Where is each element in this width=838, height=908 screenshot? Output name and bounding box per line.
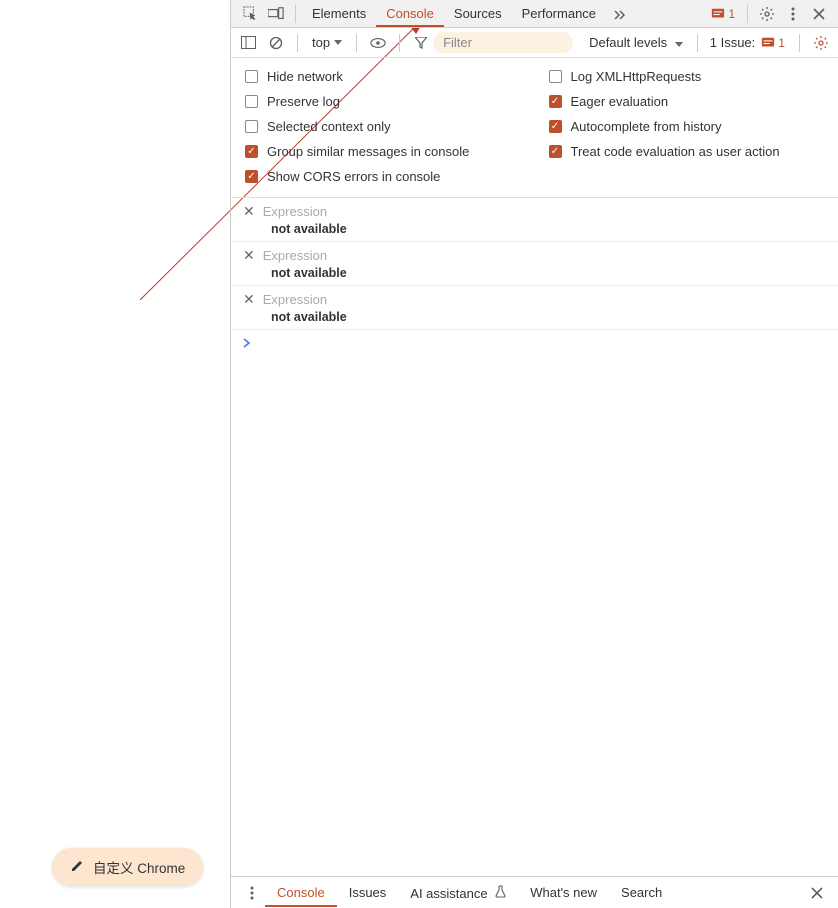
setting-label: Autocomplete from history [571,119,722,134]
checkbox-icon [549,145,562,158]
checkbox-icon [245,70,258,83]
live-expression-icon[interactable] [368,33,388,53]
drawer-tab-whatsnew[interactable]: What's new [518,879,609,906]
close-devtools-icon[interactable] [809,4,829,24]
pencil-icon [70,858,85,876]
device-toggle-icon[interactable] [266,4,286,24]
issue-count-badge[interactable]: 1 [761,36,785,50]
setting-checkbox-item[interactable]: Group similar messages in console [231,139,535,164]
setting-checkbox-item[interactable]: Eager evaluation [535,89,838,114]
live-expression-row: ✕ Expression not available [231,198,838,242]
message-count-badge[interactable]: 1 [711,7,735,21]
expression-input[interactable]: Expression [263,292,327,307]
more-tabs-icon[interactable] [609,4,629,24]
setting-label: Selected context only [267,119,391,134]
live-expression-row: ✕ Expression not available [231,242,838,286]
tab-sources[interactable]: Sources [444,0,512,27]
checkbox-icon [245,95,258,108]
checkbox-icon [549,70,562,83]
remove-expression-icon[interactable]: ✕ [243,291,255,308]
dropdown-icon [675,42,683,47]
filter-input[interactable]: Filter [433,32,573,53]
drawer-tab-search[interactable]: Search [609,879,674,906]
checkbox-icon [245,145,258,158]
tab-console[interactable]: Console [376,0,444,27]
checkbox-icon [245,170,258,183]
console-settings-gear-icon[interactable] [811,33,831,53]
checkbox-icon [549,120,562,133]
console-settings-panel: Hide network Preserve log Selected context… [231,58,838,198]
drawer-tab-issues[interactable]: Issues [337,879,399,906]
drawer-tab-ai-assistance[interactable]: AI assistance [398,879,518,907]
close-drawer-icon[interactable] [807,883,827,903]
separator [356,34,357,52]
expression-input[interactable]: Expression [263,204,327,219]
prompt-chevron-icon [243,338,251,348]
log-levels-selector[interactable]: Default levels [583,35,689,50]
levels-label: Default levels [589,35,667,50]
setting-checkbox-item[interactable]: Preserve log [231,89,535,114]
separator [297,34,298,52]
devtools-tabbar: Elements Console Sources Performance 1 [231,0,838,28]
sidebar-toggle-icon[interactable] [238,33,258,53]
setting-checkbox-item[interactable]: Treat code evaluation as user action [535,139,838,164]
setting-checkbox-item[interactable]: Selected context only [231,114,535,139]
setting-label: Treat code evaluation as user action [571,144,780,159]
flask-icon [495,886,506,901]
filter-icon [411,33,431,53]
remove-expression-icon[interactable]: ✕ [243,247,255,264]
issue-count: 1 [778,36,785,50]
remove-expression-icon[interactable]: ✕ [243,203,255,220]
devtools-panel: Elements Console Sources Performance 1 [230,0,838,908]
expression-value: not available [243,222,830,236]
setting-label: Eager evaluation [571,94,669,109]
setting-checkbox-item[interactable]: Autocomplete from history [535,114,838,139]
setting-label: Hide network [267,69,343,84]
checkbox-icon [549,95,562,108]
dropdown-icon [334,40,342,45]
drawer-menu-icon[interactable] [242,883,262,903]
setting-checkbox-item[interactable]: Log XMLHttpRequests [535,64,838,89]
filter-placeholder: Filter [443,35,472,50]
expression-value: not available [243,266,830,280]
tab-performance[interactable]: Performance [512,0,606,27]
clear-console-icon[interactable] [266,33,286,53]
customize-label: 自定义 Chrome [93,857,185,877]
setting-checkbox-item[interactable]: Hide network [231,64,535,89]
setting-label: Group similar messages in console [267,144,469,159]
checkbox-icon [245,120,258,133]
message-count: 1 [728,7,735,21]
drawer-tab-label: AI assistance [410,886,487,901]
tab-elements[interactable]: Elements [302,0,376,27]
separator [295,5,296,23]
console-toolbar: top Filter Default levels 1 Issue: 1 [231,28,838,58]
drawer-tabbar: Console Issues AI assistance What's new … [231,876,838,908]
setting-label: Show CORS errors in console [267,169,440,184]
kebab-menu-icon[interactable] [783,4,803,24]
setting-checkbox-item[interactable]: Show CORS errors in console [231,164,535,189]
context-label: top [312,35,330,50]
separator [697,34,698,52]
separator [399,34,400,52]
settings-gear-icon[interactable] [757,4,777,24]
live-expressions-list: ✕ Expression not available ✕ Expression not a… [231,198,838,330]
expression-input[interactable]: Expression [263,248,327,263]
expression-value: not available [243,310,830,324]
setting-label: Preserve log [267,94,340,109]
drawer-tab-console[interactable]: Console [265,879,337,907]
separator [747,5,748,23]
issues-label: 1 Issue: [706,35,760,50]
console-prompt[interactable] [231,330,838,357]
setting-label: Log XMLHttpRequests [571,69,702,84]
separator [799,34,800,52]
inspect-element-icon[interactable] [240,4,260,24]
live-expression-row: ✕ Expression not available [231,286,838,330]
customize-chrome-button[interactable]: 自定义 Chrome [52,848,203,886]
context-selector[interactable]: top [306,32,348,53]
